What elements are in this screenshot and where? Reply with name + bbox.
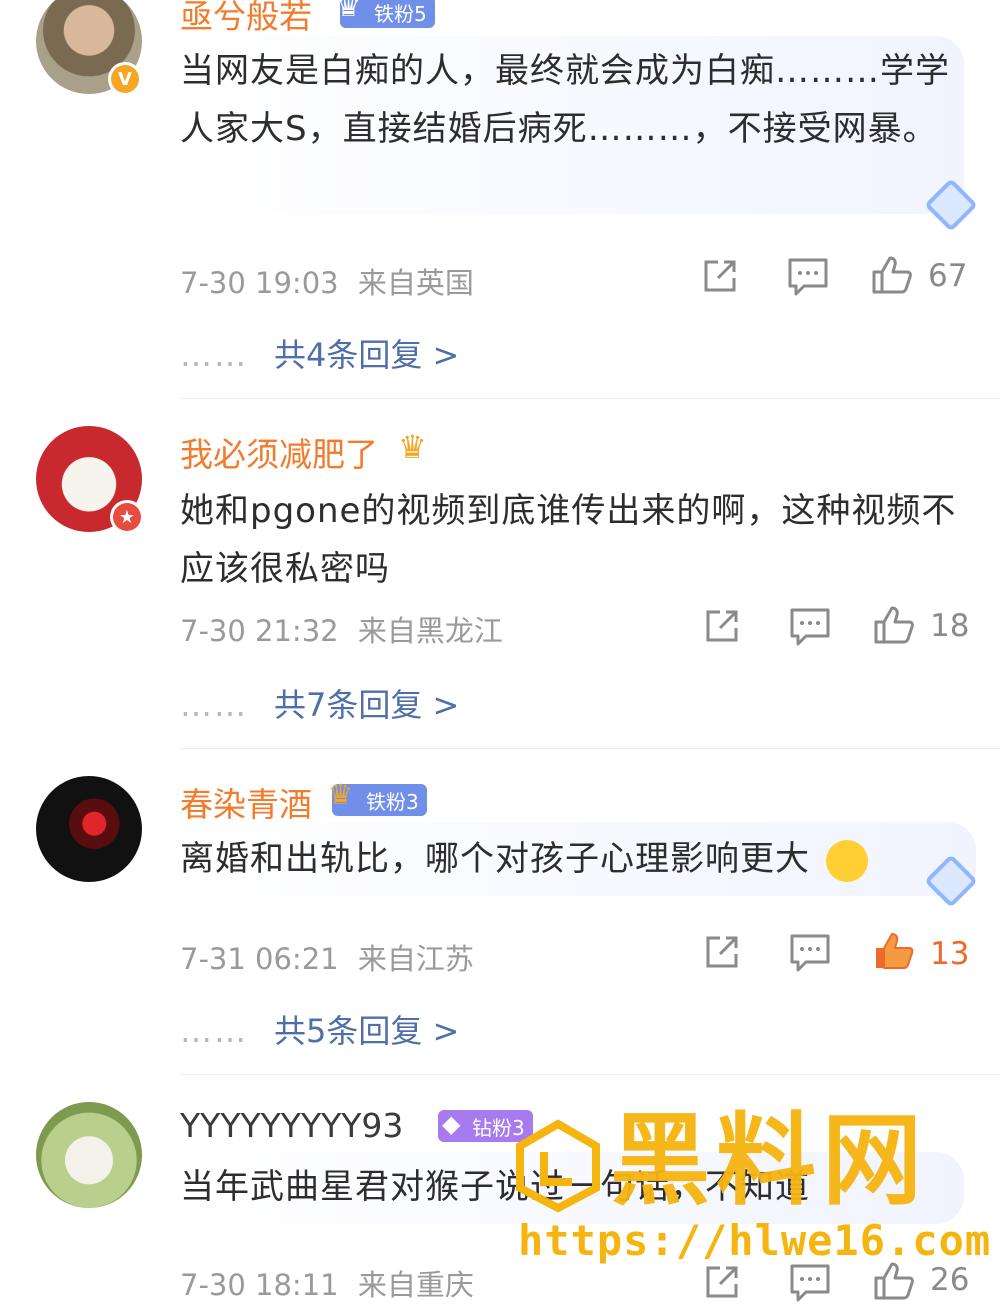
fan-badge-label: 钻粉3: [472, 1115, 525, 1140]
comment-icon[interactable]: [786, 254, 830, 298]
comment-location: 来自英国: [357, 266, 474, 300]
comment-text: 离婚和出轨比，哪个对孩子心理影响更大: [180, 830, 980, 888]
comment-time: 7-31 06:21: [180, 942, 339, 976]
like-count: 26: [930, 1262, 970, 1298]
fan-badge[interactable]: ♛ 铁粉5: [336, 0, 435, 28]
crown-icon: ♛: [398, 428, 427, 466]
like-icon[interactable]: [872, 602, 916, 646]
username[interactable]: 我必须减肥了: [180, 428, 378, 476]
emoji-icon: [825, 839, 868, 882]
like-count: 13: [930, 936, 970, 972]
comment-location: 来自黑龙江: [357, 614, 503, 648]
comment-text: 她和pgone的视频到底谁传出来的啊，这种视频不应该很私密吗: [180, 491, 957, 589]
username[interactable]: YYYYYYYYY93: [180, 1106, 403, 1145]
like-count: 18: [930, 608, 970, 644]
diamond-icon: ◆: [442, 1110, 461, 1138]
reply-count: 共5条回复 >: [274, 1012, 460, 1050]
comment-meta: 7-31 06:21 来自江苏: [180, 936, 474, 978]
comment-location: 来自重庆: [357, 1268, 474, 1302]
view-replies-link[interactable]: …… 共4条回复 >: [180, 330, 459, 376]
share-icon[interactable]: [700, 930, 744, 974]
view-replies-link[interactable]: …… 共5条回复 >: [180, 1006, 459, 1052]
comment-meta: 7-30 19:03 来自英国: [180, 260, 474, 302]
username[interactable]: 亟兮般若: [180, 0, 312, 38]
view-replies-link[interactable]: …… 共7条回复 >: [180, 680, 459, 726]
divider: [180, 748, 1000, 749]
share-icon[interactable]: [700, 1260, 744, 1304]
comment-icon[interactable]: [788, 930, 832, 974]
comment-location: 来自江苏: [357, 942, 474, 976]
share-icon[interactable]: [698, 254, 742, 298]
fan-badge-label: 铁粉5: [374, 1, 427, 26]
comment-meta: 7-30 18:11 来自重庆: [180, 1262, 474, 1304]
comment-icon[interactable]: [788, 1260, 832, 1304]
crown-icon: ♛: [336, 0, 362, 23]
comment-time: 7-30 21:32: [180, 614, 339, 648]
comment-icon[interactable]: [788, 604, 832, 648]
share-icon[interactable]: [700, 604, 744, 648]
reply-dots: ……: [180, 336, 248, 374]
verified-icon: ★: [110, 500, 144, 534]
avatar[interactable]: [36, 1102, 142, 1208]
reply-count: 共7条回复 >: [274, 686, 460, 724]
fan-badge[interactable]: ♛ 铁粉3: [328, 778, 427, 816]
like-icon[interactable]: [870, 252, 914, 296]
avatar[interactable]: [36, 776, 142, 882]
comment-meta: 7-30 21:32 来自黑龙江: [180, 608, 503, 650]
divider: [180, 398, 1000, 399]
reply-dots: ……: [180, 686, 248, 724]
like-icon[interactable]: [872, 928, 916, 972]
username[interactable]: 春染青酒: [180, 778, 312, 826]
comment-time: 7-30 18:11: [180, 1268, 339, 1302]
reply-count: 共4条回复 >: [274, 336, 460, 374]
reply-dots: ……: [180, 1012, 248, 1050]
like-count: 67: [928, 258, 968, 294]
divider: [180, 1074, 1000, 1075]
fan-badge-label: 铁粉3: [366, 789, 419, 814]
comment-text-body: 离婚和出轨比，哪个对孩子心理影响更大: [180, 839, 810, 879]
verified-icon: V: [108, 62, 142, 96]
fan-badge[interactable]: ◆ 钻粉3: [438, 1110, 533, 1142]
comment-time: 7-30 19:03: [180, 266, 339, 300]
comment-text: 当年武曲星君对猴子说过一句话，不知道: [180, 1167, 810, 1207]
comment-text: 当网友是白痴的人，最终就会成为白痴………学学人家大S，直接结婚后病死………，不接…: [180, 51, 950, 149]
crown-icon: ♛: [328, 778, 354, 811]
like-icon[interactable]: [872, 1258, 916, 1302]
